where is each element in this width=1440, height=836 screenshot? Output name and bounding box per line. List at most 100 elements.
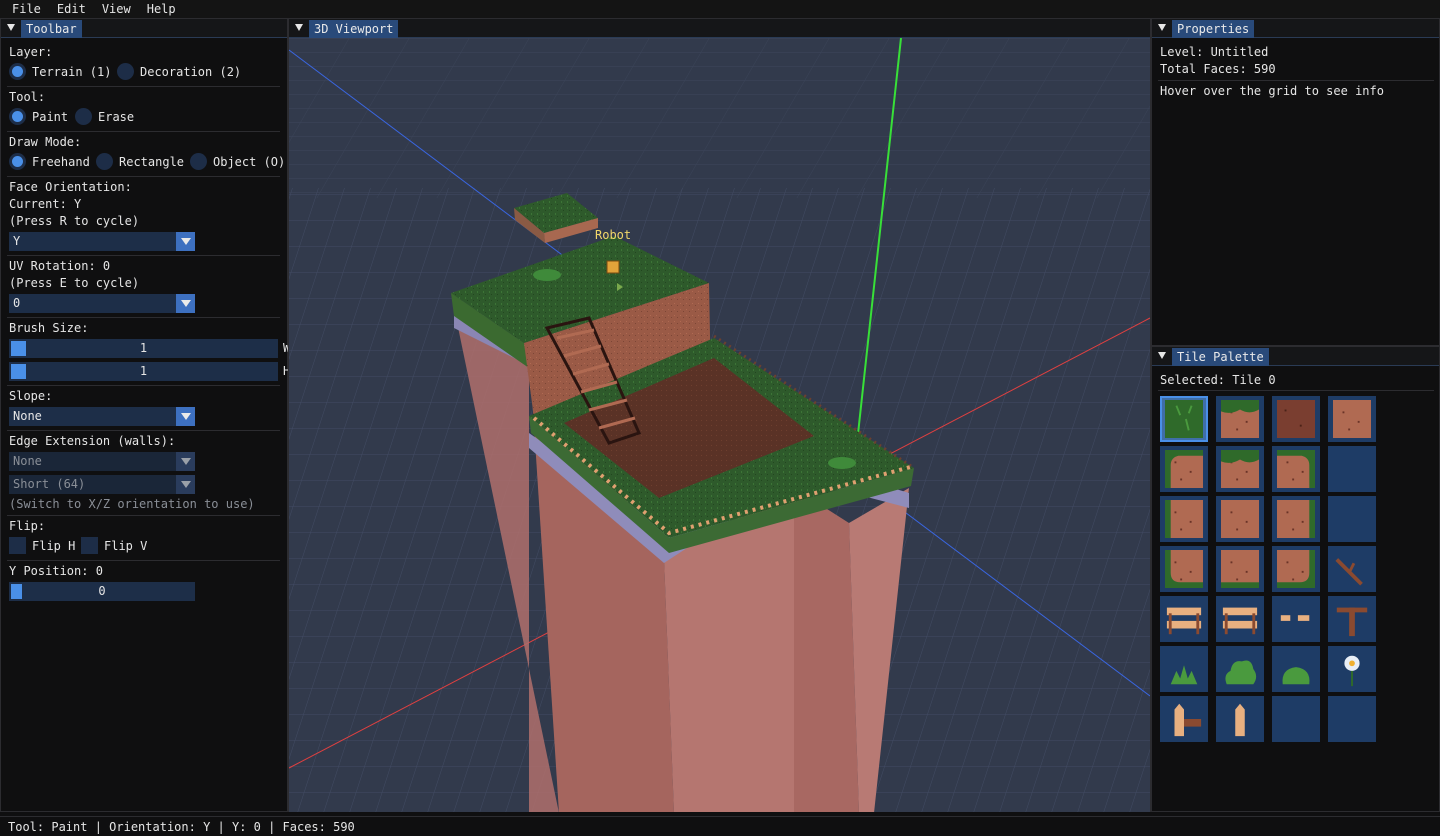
collapse-toggle-icon[interactable] [7,24,15,31]
grass-dirt-right-tile[interactable] [1272,496,1320,542]
chevron-down-icon[interactable] [176,452,195,471]
layer-decoration-radio[interactable]: Decoration (2) [117,63,241,80]
grass-dirt-bottom-tile-icon [1221,550,1259,588]
grass-dirt-corner-tl-tile[interactable] [1160,446,1208,492]
grass-dirt-left-tile-icon [1165,500,1203,538]
menu-view[interactable]: View [94,0,139,18]
dirt-tile[interactable] [1216,496,1264,542]
divider [7,255,280,256]
bush-small-tile-icon [1282,667,1310,685]
empty-tile[interactable] [1328,446,1376,492]
level-name-text: Level: Untitled [1160,45,1269,59]
fence-post-tile[interactable] [1216,696,1264,742]
dark-dirt-tile[interactable] [1272,396,1320,442]
robot-icon[interactable] [606,260,620,274]
toolbar-title-bar: Toolbar [1,19,287,38]
toolbar-panel: Toolbar Layer: Terrain (1) Decoration (2… [0,18,290,812]
brush-width-value: 1 [139,341,148,355]
checkbox-box[interactable] [81,537,98,554]
face-orientation-select[interactable]: Y [9,232,195,251]
menu-edit[interactable]: Edit [49,0,94,18]
bush-tile[interactable] [1216,646,1264,692]
y-position-slider[interactable]: 0 [9,582,195,601]
bush-small-tile[interactable] [1272,646,1320,692]
menu-help[interactable]: Help [139,0,184,18]
fence-tile-icon [1166,607,1202,635]
grass-dirt-corner-bl-tile[interactable] [1160,546,1208,592]
slope-select[interactable]: None [9,407,195,426]
uv-rotation-label: UV Rotation: 0 [9,259,111,273]
brush-width-slider[interactable]: 1 [9,339,278,358]
mode-rectangle-label: Rectangle [119,154,185,169]
edge-extension-select[interactable]: None [9,452,195,471]
edge-height-value: Short (64) [13,477,86,491]
empty-tile[interactable] [1328,696,1376,742]
layer-label: Layer: [9,45,53,59]
grass-dirt-left-tile[interactable] [1160,496,1208,542]
viewport-title: 3D Viewport [309,20,399,38]
edge-extension-label: Edge Extension (walls): [9,434,176,448]
fence-tile-icon [1222,607,1258,635]
collapse-toggle-icon[interactable] [1158,352,1166,359]
grass-dirt-bottom-tile[interactable] [1216,546,1264,592]
chevron-down-icon[interactable] [176,294,195,313]
grass-dirt-corner-tr-tile[interactable] [1272,446,1320,492]
fence-post-left-tile[interactable] [1160,696,1208,742]
empty-tile[interactable] [1272,696,1320,742]
fence-post-left-tile-icon [1174,703,1202,737]
grass-tuft-tile[interactable] [1160,646,1208,692]
layer-terrain-radio[interactable]: Terrain (1) [9,63,111,80]
fence-tile[interactable] [1216,596,1264,642]
flip-v-checkbox[interactable]: Flip V [81,537,147,554]
checkbox-box[interactable] [9,537,26,554]
viewport-panel: 3D Viewport Robot [288,18,1151,812]
mode-freehand-label: Freehand [32,154,90,169]
flip-h-label: Flip H [32,538,76,553]
chevron-down-icon[interactable] [176,407,195,426]
mode-freehand-radio[interactable]: Freehand [9,153,90,170]
grass-dirt-top-tile[interactable] [1216,446,1264,492]
edge-hint-text: (Switch to X/Z orientation to use) [9,497,255,511]
menu-file[interactable]: File [4,0,49,18]
empty-tile[interactable] [1328,496,1376,542]
tool-paint-radio[interactable]: Paint [9,108,68,125]
branch-tile-icon [1335,558,1363,586]
branch-tile[interactable] [1328,546,1376,592]
flip-h-checkbox[interactable]: Flip H [9,537,75,554]
properties-panel: Properties Level: Untitled Total Faces: … [1151,18,1440,346]
grass-dirt-top-tile[interactable] [1216,396,1264,442]
fence-post-tile-icon [1235,703,1245,737]
brush-height-slider[interactable]: 1 [9,362,278,381]
radio-selected-icon [9,63,26,80]
draw-mode-label: Draw Mode: [9,135,82,149]
edge-height-select[interactable]: Short (64) [9,475,195,494]
mode-rectangle-radio[interactable]: Rectangle [96,153,184,170]
grass-dirt-right-tile-icon [1277,500,1315,538]
grass-dirt-corner-br-tile[interactable] [1272,546,1320,592]
tool-label: Tool: [9,90,46,104]
viewport-canvas[interactable] [289,38,1150,812]
tool-erase-radio[interactable]: Erase [75,108,134,125]
slope-value: None [13,409,42,423]
uv-rotation-select[interactable]: 0 [9,294,195,313]
fence-tile[interactable] [1160,596,1208,642]
chevron-down-icon[interactable] [176,232,195,251]
radio-selected-icon [9,108,26,125]
fence-rail-tile[interactable] [1272,596,1320,642]
uv-rotation-value: 0 [13,296,21,310]
flip-v-label: Flip V [104,538,148,553]
radio-unselected-icon [96,153,113,170]
uv-hint-text: (Press E to cycle) [9,276,140,290]
radio-unselected-icon [75,108,92,125]
flower-tile-icon [1344,655,1360,687]
divider [7,560,280,561]
chevron-down-icon[interactable] [176,475,195,494]
fence-rail-tile-icon [1280,615,1310,621]
collapse-toggle-icon[interactable] [295,24,303,31]
post-tile[interactable] [1328,596,1376,642]
grass-tile[interactable] [1160,396,1208,442]
dirt-tile[interactable] [1328,396,1376,442]
collapse-toggle-icon[interactable] [1158,24,1166,31]
flower-tile[interactable] [1328,646,1376,692]
mode-object-radio[interactable]: Object (O) [190,153,285,170]
